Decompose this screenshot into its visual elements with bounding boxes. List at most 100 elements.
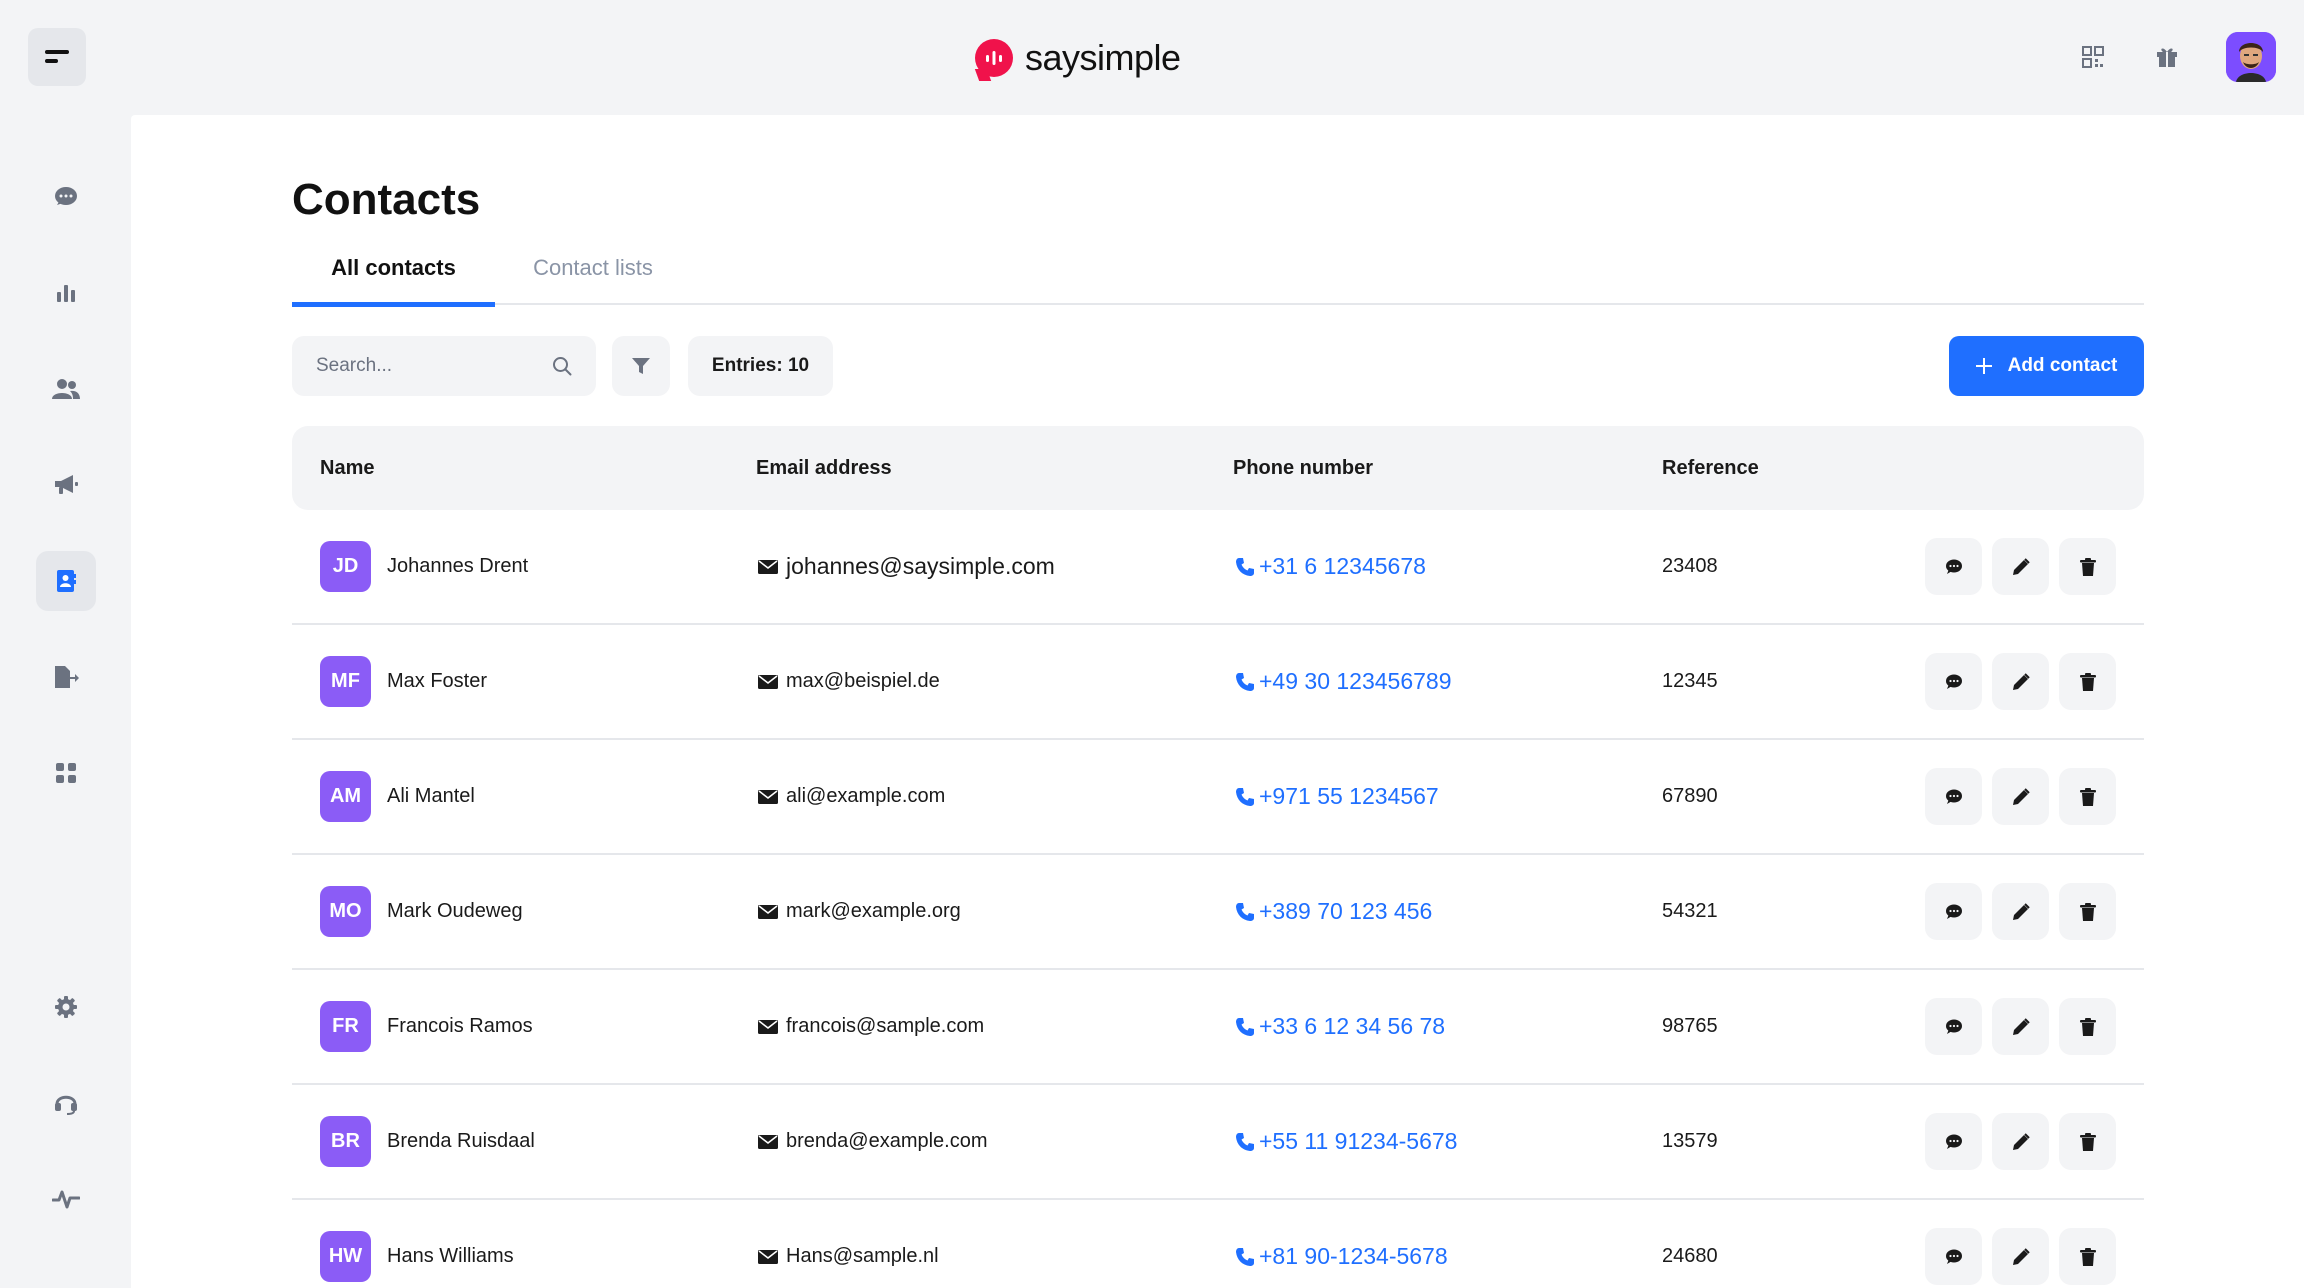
mail-icon (758, 789, 778, 804)
contact-phone-link[interactable]: +81 90-1234-5678 (1235, 1243, 1448, 1270)
sidebar-item-support[interactable] (36, 1073, 96, 1133)
sidebar-item-team[interactable] (36, 359, 96, 419)
delete-button[interactable] (2059, 768, 2116, 825)
delete-button[interactable] (2059, 1113, 2116, 1170)
contact-name[interactable]: Brenda Ruisdaal (387, 1130, 535, 1153)
delete-button[interactable] (2059, 998, 2116, 1055)
name-cell: AM Ali Mantel (320, 740, 475, 853)
sidebar-item-statistics[interactable] (36, 263, 96, 323)
qr-code-button[interactable] (2078, 42, 2108, 72)
contact-reference: 23408 (1662, 555, 1718, 577)
toolbar: Search... Entries: 10 Add contact (292, 336, 2144, 396)
contact-phone-link[interactable]: +55 11 91234-5678 (1235, 1128, 1457, 1155)
logo[interactable]: saysimple (975, 30, 1181, 86)
entries-dropdown[interactable]: Entries: 10 (688, 336, 833, 396)
message-button[interactable] (1925, 768, 1982, 825)
contact-email-text: francois@sample.com (786, 1015, 985, 1037)
search-input[interactable]: Search... (292, 336, 596, 396)
delete-button[interactable] (2059, 653, 2116, 710)
add-contact-button[interactable]: Add contact (1949, 336, 2144, 396)
contact-email[interactable]: johannes@saysimple.com (758, 553, 1055, 580)
contact-email-text: mark@example.org (786, 900, 961, 922)
contact-name[interactable]: Hans Williams (387, 1245, 514, 1268)
message-button[interactable] (1925, 1228, 1982, 1285)
contact-email[interactable]: Hans@sample.nl (758, 1245, 939, 1268)
message-button[interactable] (1925, 653, 1982, 710)
delete-button[interactable] (2059, 1228, 2116, 1285)
user-avatar[interactable] (2226, 32, 2276, 82)
menu-toggle-button[interactable] (28, 28, 86, 86)
sidebar-item-apps[interactable] (36, 743, 96, 803)
contact-phone-link[interactable]: +389 70 123 456 (1235, 898, 1432, 925)
edit-button[interactable] (1992, 1228, 2049, 1285)
contact-email[interactable]: max@beispiel.de (758, 670, 940, 693)
sidebar-item-conversations[interactable] (36, 167, 96, 227)
tab-contact-lists[interactable]: Contact lists (495, 255, 691, 305)
edit-button[interactable] (1992, 998, 2049, 1055)
table-row[interactable]: MF Max Foster max@beispiel.de +49 30 123456… (292, 625, 2144, 740)
menu-icon (45, 50, 69, 63)
gift-icon (2157, 48, 2177, 67)
contact-phone-link[interactable]: +33 6 12 34 56 78 (1235, 1013, 1445, 1040)
contact-email[interactable]: ali@example.com (758, 785, 945, 808)
edit-button[interactable] (1992, 538, 2049, 595)
contact-phone-link[interactable]: +31 6 12345678 (1235, 553, 1426, 580)
user-avatar-image (2226, 32, 2276, 82)
table-row[interactable]: HW Hans Williams Hans@sample.nl +81 90-1234… (292, 1200, 2144, 1288)
phone-icon (1236, 1247, 1254, 1266)
message-button[interactable] (1925, 998, 1982, 1055)
table-row[interactable]: FR Francois Ramos francois@sample.com +33 6… (292, 970, 2144, 1085)
sidebar-item-campaigns[interactable] (36, 455, 96, 515)
email-cell: Hans@sample.nl (758, 1200, 939, 1288)
trash-icon (2079, 1132, 2096, 1151)
filter-button[interactable] (612, 336, 670, 396)
tab-all-contacts[interactable]: All contacts (292, 255, 495, 307)
contact-email[interactable]: francois@sample.com (758, 1015, 984, 1038)
pencil-icon (2012, 902, 2030, 920)
table-row[interactable]: AM Ali Mantel ali@example.com +971 55 12345… (292, 740, 2144, 855)
sidebar-item-settings[interactable] (36, 977, 96, 1037)
phone-cell: +31 6 12345678 (1235, 510, 1426, 623)
sidebar-item-activity[interactable] (36, 1169, 96, 1229)
message-button[interactable] (1925, 1113, 1982, 1170)
apps-grid-icon (56, 763, 76, 783)
pencil-icon (2012, 1017, 2030, 1035)
contact-name[interactable]: Francois Ramos (387, 1015, 533, 1038)
contact-email[interactable]: brenda@example.com (758, 1130, 988, 1153)
table-row[interactable]: JD Johannes Drent johannes@saysimple.com +3… (292, 510, 2144, 625)
edit-button[interactable] (1992, 1113, 2049, 1170)
contact-phone-text: +81 90-1234-5678 (1259, 1243, 1448, 1269)
sidebar-item-export[interactable] (36, 647, 96, 707)
contact-email[interactable]: mark@example.org (758, 900, 961, 923)
contact-email-text: johannes@saysimple.com (786, 553, 1055, 579)
email-cell: ali@example.com (758, 740, 945, 853)
row-actions (1925, 1228, 2116, 1285)
phone-icon (1236, 787, 1254, 806)
edit-button[interactable] (1992, 883, 2049, 940)
column-header-phone[interactable]: Phone number (1233, 426, 1373, 510)
contact-name[interactable]: Mark Oudeweg (387, 900, 523, 923)
row-actions (1925, 653, 2116, 710)
table-row[interactable]: BR Brenda Ruisdaal brenda@example.com +55 1… (292, 1085, 2144, 1200)
sidebar-item-contacts[interactable] (36, 551, 96, 611)
message-button[interactable] (1925, 538, 1982, 595)
phone-cell: +389 70 123 456 (1235, 855, 1432, 968)
delete-button[interactable] (2059, 538, 2116, 595)
edit-button[interactable] (1992, 653, 2049, 710)
contact-phone-link[interactable]: +49 30 123456789 (1235, 668, 1452, 695)
chat-icon (55, 187, 77, 205)
reference-cell: 12345 (1662, 625, 1718, 738)
column-header-name[interactable]: Name (320, 426, 374, 510)
delete-button[interactable] (2059, 883, 2116, 940)
message-button[interactable] (1925, 883, 1982, 940)
column-header-email[interactable]: Email address (756, 426, 892, 510)
table-row[interactable]: MO Mark Oudeweg mark@example.org +389 70 12… (292, 855, 2144, 970)
contact-phone-link[interactable]: +971 55 1234567 (1235, 783, 1439, 810)
gift-button[interactable] (2152, 42, 2182, 72)
contact-name[interactable]: Johannes Drent (387, 555, 528, 578)
contact-name[interactable]: Max Foster (387, 670, 487, 693)
column-header-reference[interactable]: Reference (1662, 426, 1759, 510)
search-placeholder: Search... (316, 355, 393, 376)
contact-name[interactable]: Ali Mantel (387, 785, 475, 808)
edit-button[interactable] (1992, 768, 2049, 825)
